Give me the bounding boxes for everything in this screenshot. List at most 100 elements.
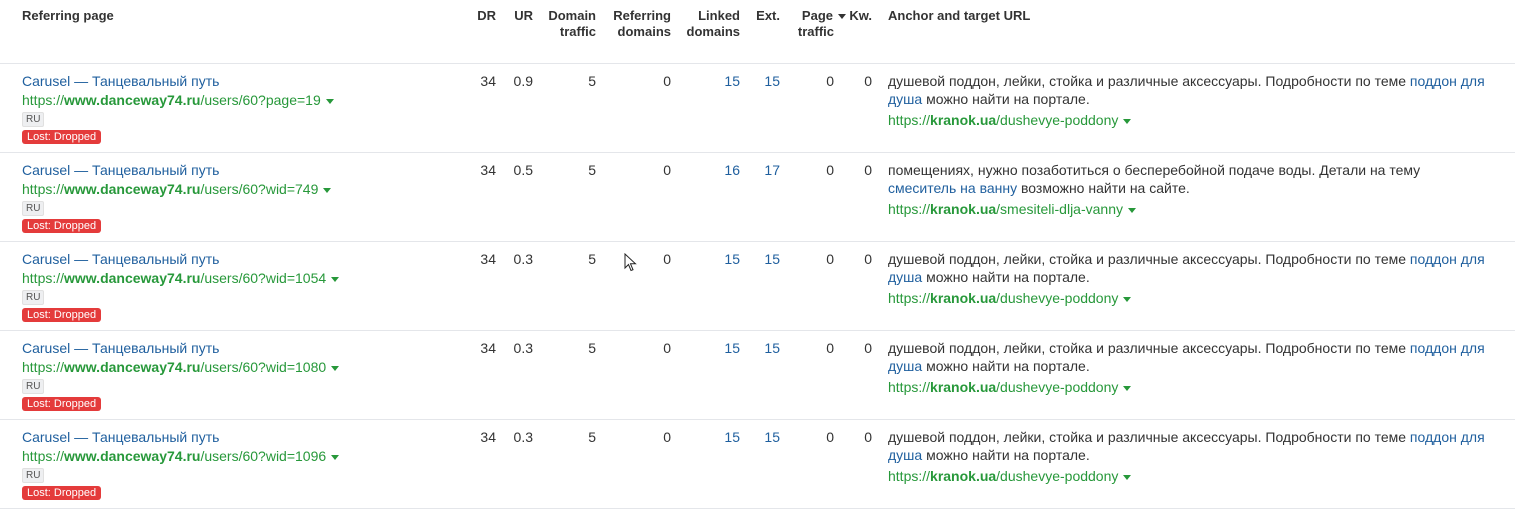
referring-page-title-link[interactable]: Carusel — Танцевальный путь xyxy=(22,161,219,179)
target-url-link[interactable]: https://kranok.ua/dushevye-poddony xyxy=(888,111,1132,129)
url-path: /users/60?wid=1054 xyxy=(200,270,327,286)
col-page-traffic[interactable]: Page traffic xyxy=(788,8,846,40)
target-url-link[interactable]: https://kranok.ua/dushevye-poddony xyxy=(888,289,1132,307)
url-prefix: https:// xyxy=(22,181,65,197)
anchor-after: можно найти на портале. xyxy=(922,269,1090,285)
referring-page-title-link[interactable]: Carusel — Танцевальный путь xyxy=(22,250,219,268)
col-anchor-label: Anchor and target URL xyxy=(888,8,1031,23)
url-prefix: https:// xyxy=(22,359,65,375)
col-linked-domains-label-2: domains xyxy=(686,24,740,39)
anchor-text: душевой поддон, лейки, стойка и различны… xyxy=(888,339,1488,375)
ext-link[interactable]: 15 xyxy=(748,339,780,357)
col-kw[interactable]: Kw. xyxy=(848,8,872,24)
anchor-after: можно найти на портале. xyxy=(922,447,1090,463)
ext-link[interactable]: 17 xyxy=(748,161,780,179)
kw-value: 0 xyxy=(864,340,872,356)
url-dropdown-icon[interactable] xyxy=(325,98,334,104)
col-referring-domains[interactable]: Referring domains xyxy=(604,8,671,40)
domain-traffic-value: 5 xyxy=(588,73,596,89)
table-row: Carusel — Танцевальный путь https://www.… xyxy=(0,242,1515,331)
target-domain: kranok.ua xyxy=(930,379,997,395)
referring-page-url-link[interactable]: https://www.danceway74.ru/users/60?wid=1… xyxy=(22,269,340,287)
url-dropdown-icon[interactable] xyxy=(331,454,340,460)
target-dropdown-icon[interactable] xyxy=(1123,385,1132,391)
url-path: /users/60?wid=1080 xyxy=(200,359,327,375)
target-url-link[interactable]: https://kranok.ua/smesiteli-dlja-vanny xyxy=(888,200,1136,218)
anchor-before: душевой поддон, лейки, стойка и различны… xyxy=(888,251,1410,267)
linked-domains-link[interactable]: 15 xyxy=(680,428,740,446)
anchor-before: душевой поддон, лейки, стойка и различны… xyxy=(888,73,1410,89)
target-domain: kranok.ua xyxy=(930,112,997,128)
url-path: /users/60?wid=749 xyxy=(200,181,319,197)
linked-domains-link[interactable]: 16 xyxy=(680,161,740,179)
anchor-text: душевой поддон, лейки, стойка и различны… xyxy=(888,250,1488,286)
col-referring-page[interactable]: Referring page xyxy=(22,8,114,24)
status-badge: Lost: Dropped xyxy=(22,486,102,500)
domain-traffic-value: 5 xyxy=(588,251,596,267)
table-row: Carusel — Танцевальный путь https://www.… xyxy=(0,331,1515,420)
target-domain: kranok.ua xyxy=(930,201,997,217)
ur-value: 0.3 xyxy=(513,251,533,267)
target-path: /dushevye-poddony xyxy=(996,379,1119,395)
dr-value: 34 xyxy=(480,340,496,356)
anchor-after: можно найти на портале. xyxy=(922,358,1090,374)
language-badge: RU xyxy=(22,112,45,127)
page-traffic-value: 0 xyxy=(826,251,834,267)
mouse-cursor-icon xyxy=(624,252,638,276)
page-traffic-value: 0 xyxy=(826,73,834,89)
col-referring-domains-label-1: Referring xyxy=(613,8,671,23)
sort-down-icon xyxy=(838,14,846,20)
referring-page-url-link[interactable]: https://www.danceway74.ru/users/60?wid=1… xyxy=(22,358,340,376)
linked-domains-link[interactable]: 15 xyxy=(680,250,740,268)
status-badge: Lost: Dropped xyxy=(22,397,102,411)
referring-page-title-link[interactable]: Carusel — Танцевальный путь xyxy=(22,339,219,357)
url-dropdown-icon[interactable] xyxy=(331,276,340,282)
target-url-link[interactable]: https://kranok.ua/dushevye-poddony xyxy=(888,467,1132,485)
target-path: /smesiteli-dlja-vanny xyxy=(996,201,1123,217)
ur-value: 0.3 xyxy=(513,340,533,356)
col-domain-traffic-label-1: Domain xyxy=(548,8,596,23)
referring-page-title-link[interactable]: Carusel — Танцевальный путь xyxy=(22,72,219,90)
col-dr[interactable]: DR xyxy=(470,8,496,24)
col-page-traffic-label-2: traffic xyxy=(797,24,834,39)
url-domain: www.danceway74.ru xyxy=(64,181,201,197)
linked-domains-link[interactable]: 15 xyxy=(680,339,740,357)
kw-value: 0 xyxy=(864,162,872,178)
ext-link[interactable]: 15 xyxy=(748,250,780,268)
target-prefix: https:// xyxy=(888,379,931,395)
ext-link[interactable]: 15 xyxy=(748,428,780,446)
target-dropdown-icon[interactable] xyxy=(1123,474,1132,480)
target-dropdown-icon[interactable] xyxy=(1128,207,1136,213)
col-anchor[interactable]: Anchor and target URL xyxy=(888,8,1030,24)
referring-page-title-link[interactable]: Carusel — Танцевальный путь xyxy=(22,428,219,446)
referring-page-url-link[interactable]: https://www.danceway74.ru/users/60?page=… xyxy=(22,91,334,109)
table-header: Referring page DR UR Domain traffic Refe… xyxy=(0,0,1515,64)
referring-page-url-link[interactable]: https://www.danceway74.ru/users/60?wid=1… xyxy=(22,447,340,465)
url-path: /users/60?page=19 xyxy=(200,92,321,108)
url-dropdown-icon[interactable] xyxy=(323,187,332,193)
col-linked-domains[interactable]: Linked domains xyxy=(680,8,740,40)
target-url-link[interactable]: https://kranok.ua/dushevye-poddony xyxy=(888,378,1132,396)
dr-value: 34 xyxy=(480,73,496,89)
language-badge: RU xyxy=(22,201,45,216)
anchor-text: душевой поддон, лейки, стойка и различны… xyxy=(888,72,1488,108)
url-domain: www.danceway74.ru xyxy=(64,359,201,375)
domain-traffic-value: 5 xyxy=(588,429,596,445)
target-prefix: https:// xyxy=(888,468,931,484)
col-ext[interactable]: Ext. xyxy=(748,8,780,24)
kw-value: 0 xyxy=(864,251,872,267)
col-domain-traffic[interactable]: Domain traffic xyxy=(540,8,596,40)
target-dropdown-icon[interactable] xyxy=(1123,118,1132,124)
url-dropdown-icon[interactable] xyxy=(331,365,340,371)
url-domain: www.danceway74.ru xyxy=(64,92,201,108)
referring-page-url-link[interactable]: https://www.danceway74.ru/users/60?wid=7… xyxy=(22,180,332,198)
col-referring-domains-label-2: domains xyxy=(617,24,671,39)
linked-domains-link[interactable]: 15 xyxy=(680,72,740,90)
target-dropdown-icon[interactable] xyxy=(1123,296,1132,302)
status-badge: Lost: Dropped xyxy=(22,308,102,322)
target-prefix: https:// xyxy=(888,112,931,128)
col-ur[interactable]: UR xyxy=(505,8,533,24)
ext-link[interactable]: 15 xyxy=(748,72,780,90)
url-prefix: https:// xyxy=(22,448,65,464)
anchor-link[interactable]: смеситель на ванну xyxy=(888,180,1017,196)
